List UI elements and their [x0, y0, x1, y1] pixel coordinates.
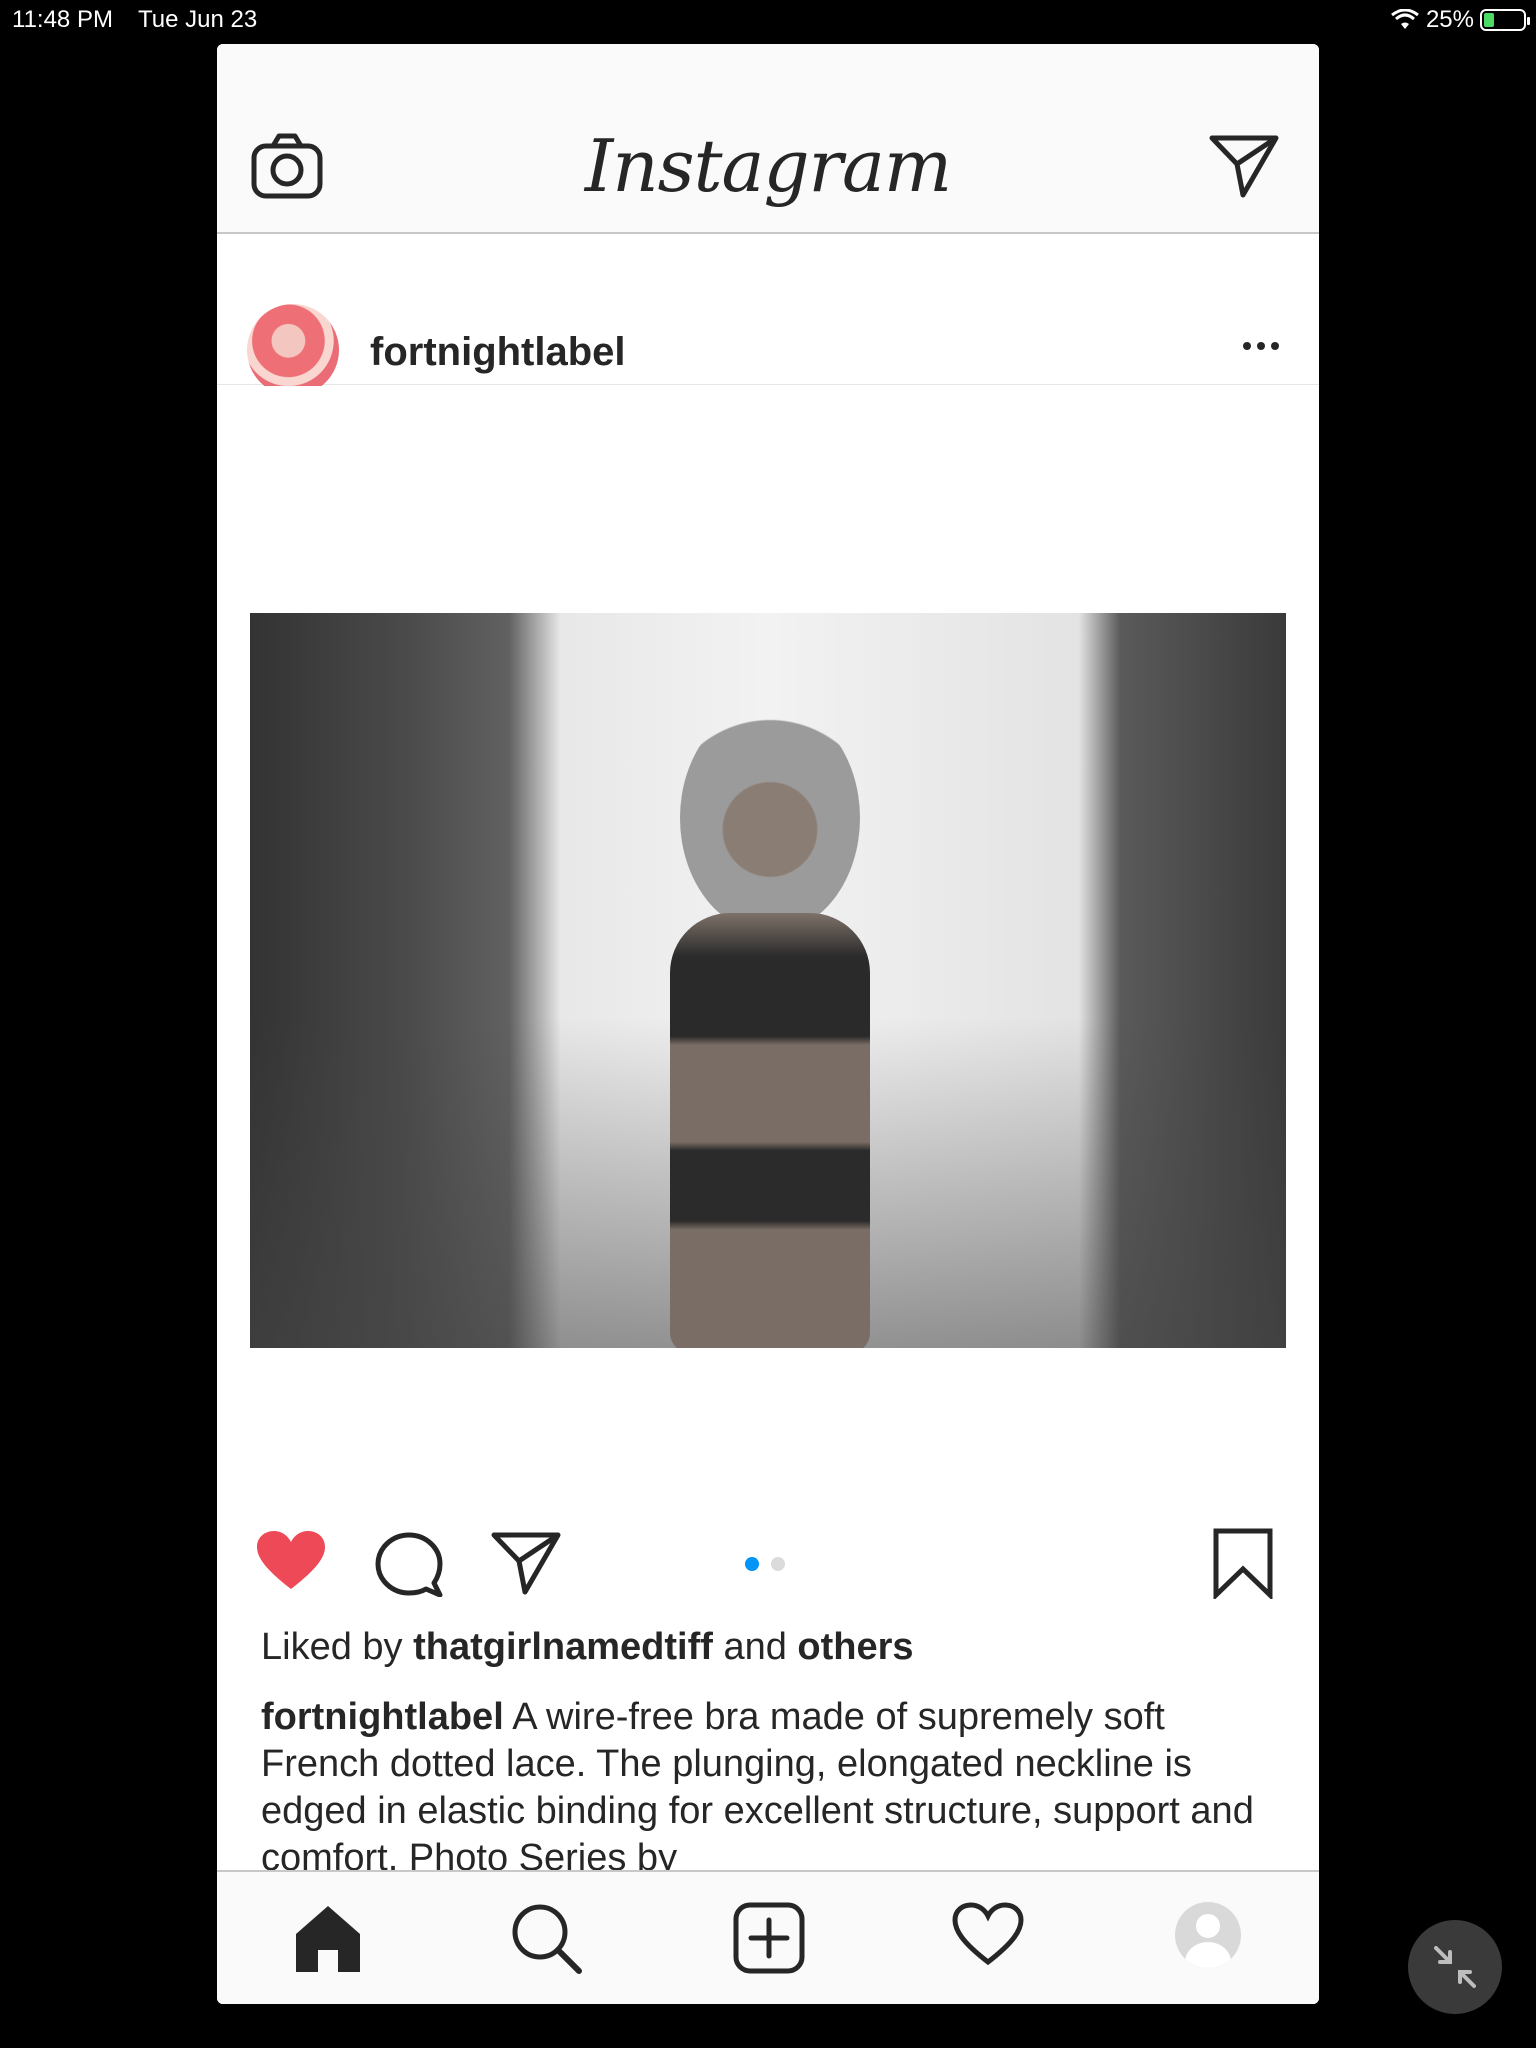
likes-prefix: Liked by [261, 1626, 403, 1668]
comment-icon[interactable] [374, 1531, 444, 1597]
post-header: fortnightlabel [217, 234, 1319, 396]
bookmark-icon[interactable] [1212, 1527, 1274, 1599]
more-options-icon[interactable] [1243, 342, 1279, 350]
add-post-icon[interactable] [733, 1902, 805, 1974]
post-username[interactable]: fortnightlabel [370, 330, 626, 375]
status-bar: 11:48 PM Tue Jun 23 25% [0, 0, 1536, 40]
status-date: Tue Jun 23 [138, 6, 258, 33]
post-actions [217, 1519, 1319, 1609]
status-time: 11:48 PM [12, 6, 113, 33]
instagram-logo: Instagram [584, 124, 952, 208]
avatar[interactable] [247, 304, 339, 396]
carousel-dot-active [745, 1557, 759, 1571]
arrows-inward-icon [1434, 1946, 1476, 1988]
direct-message-icon[interactable] [1209, 134, 1279, 198]
battery-icon [1480, 9, 1530, 31]
liked-by-user[interactable]: thatgirlnamedtiff [413, 1626, 713, 1668]
likes-summary[interactable]: Liked by thatgirlnamedtiff and others [261, 1626, 914, 1669]
post-photo[interactable] [250, 613, 1286, 1348]
bottom-tab-bar [217, 1870, 1319, 2004]
likes-middle: and [723, 1626, 787, 1668]
post-media[interactable] [217, 386, 1319, 1476]
instagram-app: Instagram fortnightlabel Liked by thatgi… [217, 44, 1319, 2004]
wifi-icon [1391, 9, 1419, 29]
status-right: 25% [1390, 6, 1530, 34]
like-heart-icon[interactable] [255, 1529, 327, 1593]
home-icon[interactable] [292, 1902, 364, 1974]
profile-icon[interactable] [1175, 1902, 1241, 1968]
share-icon[interactable] [491, 1531, 561, 1595]
caption-username[interactable]: fortnightlabel [261, 1696, 504, 1738]
activity-heart-icon[interactable] [952, 1902, 1024, 1968]
carousel-indicator [745, 1557, 785, 1571]
minimize-icon[interactable] [1408, 1920, 1502, 2014]
top-navigation: Instagram [217, 44, 1319, 234]
carousel-dot [771, 1557, 785, 1571]
battery-percent: 25% [1425, 6, 1474, 33]
search-icon[interactable] [510, 1902, 582, 1974]
liked-by-others[interactable]: others [797, 1626, 913, 1668]
